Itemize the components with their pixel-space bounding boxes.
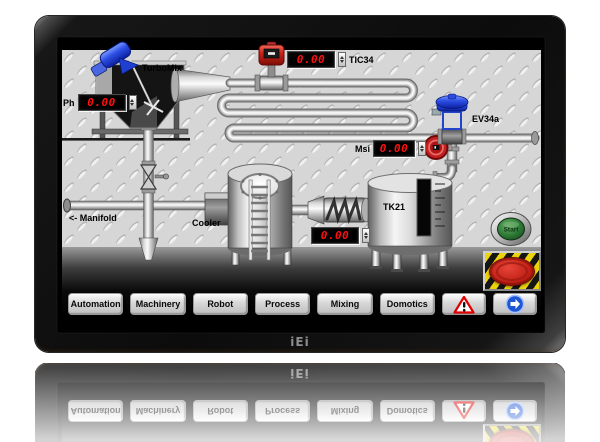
hmi-app: Start TurboMix EV34a TK21 Cooler <- Mani… [62,397,541,442]
nav-button-row: Automation Machinery Robot Process Mixin… [68,293,537,315]
next-button[interactable] [493,293,537,315]
process-diagram: Start [62,50,541,318]
emergency-stop-panel [483,424,541,442]
warning-triangle-icon [453,402,475,421]
tic34-display-value: 0.00 [297,54,326,65]
blue-arrow-icon [505,401,525,421]
monitor-reflection-area: Start TurboMix EV34a TK21 Cooler <- Mani… [35,363,565,442]
brand-logo: iEi [35,366,565,380]
nav-button-machinery: Machinery [130,400,185,422]
turbomix-label: TurboMix [142,63,182,73]
msi-display-box[interactable]: 0.00 [373,140,415,157]
msi-display-label: Msi [355,144,370,154]
ph-display: Ph 0.00 [63,94,137,111]
touch-screen: Start TurboMix EV34a TK21 Cooler <- Mani… [57,382,545,442]
touch-screen: Start TurboMix EV34a TK21 Cooler <- Mani… [57,37,545,333]
nav-button-domotics[interactable]: Domotics [380,293,435,315]
nav-button-process[interactable]: Process [255,293,310,315]
nav-button-process: Process [255,400,310,422]
emergency-stop-button [489,430,535,442]
start-button[interactable]: Start [491,213,531,246]
msi-display-value: 0.00 [380,143,409,154]
nav-button-row: Automation Machinery Robot Process Mixin… [68,400,537,422]
cooler-label: Cooler [192,218,221,228]
tic34-spinner[interactable] [338,52,346,67]
alarm-button[interactable] [442,293,486,315]
conveyor-display-value: 0.00 [321,230,350,241]
emergency-stop-button[interactable] [489,257,535,286]
nav-button-robot[interactable]: Robot [193,293,248,315]
nav-button-machinery[interactable]: Machinery [130,293,185,315]
warning-triangle-icon [453,295,475,314]
ph-spinner[interactable] [129,95,137,110]
tic34-display-box[interactable]: 0.00 [287,51,335,68]
nav-button-domotics: Domotics [380,400,435,422]
monitor: Start TurboMix EV34a TK21 Cooler <- Mani… [35,16,565,352]
reflection-fade-overlay [35,363,565,442]
msi-spinner[interactable] [418,141,426,156]
alarm-button [442,400,486,422]
manifold-label: <- Manifold [69,213,117,223]
conveyor-display-box[interactable]: 0.00 [311,227,359,244]
next-button [493,400,537,422]
nav-button-automation: Automation [68,400,123,422]
tic34-display: 0.00 TIC34 [287,51,374,68]
emergency-stop-panel [483,251,541,291]
process-diagram: Start [62,397,541,442]
msi-display: Msi 0.00 [355,140,426,157]
nav-button-robot: Robot [193,400,248,422]
start-button-label: Start [504,227,520,234]
ev34a-label: EV34a [472,114,499,124]
ph-display-value: 0.00 [87,97,116,108]
nav-button-automation[interactable]: Automation [68,293,123,315]
nav-button-mixing: Mixing [317,400,372,422]
ph-display-label: Ph [63,98,75,108]
hmi-app: Start TurboMix EV34a TK21 Cooler <- Mani… [62,50,541,318]
conveyor-spinner[interactable] [362,228,370,243]
conveyor-display: 0.00 [311,227,370,244]
tk21-label: TK21 [383,202,405,212]
ph-display-box[interactable]: 0.00 [78,94,126,111]
tic34-display-label: TIC34 [349,55,374,65]
blue-arrow-icon [505,294,525,314]
product-scene: Start TurboMix EV34a TK21 Cooler <- Mani… [0,0,600,442]
floor-shadow-band [62,397,541,442]
monitor-mirror-image: Start TurboMix EV34a TK21 Cooler <- Mani… [35,363,565,442]
reflection-clone: Start TurboMix EV34a TK21 Cooler <- Mani… [35,363,565,442]
brand-logo: iEi [35,335,565,349]
manifold-pipe [64,199,207,212]
nav-button-mixing[interactable]: Mixing [317,293,372,315]
